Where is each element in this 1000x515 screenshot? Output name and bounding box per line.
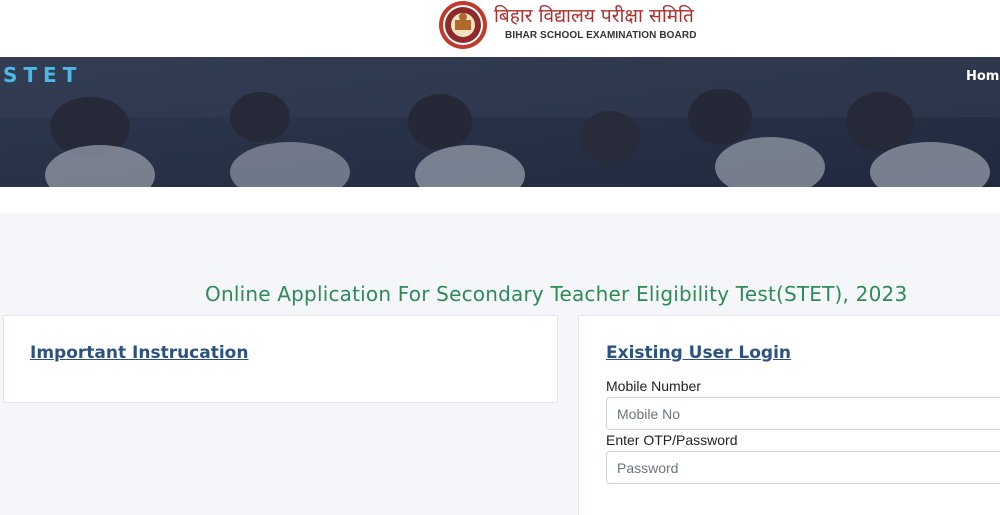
login-card: Existing User Login Mobile Number Enter … [578, 315, 1000, 515]
nav-home-link[interactable]: Home [966, 69, 1000, 84]
login-title: Existing User Login [606, 343, 792, 363]
board-seal-icon [436, 0, 490, 51]
hero-banner [0, 57, 1000, 187]
board-name-hindi: बिहार विद्यालय परीक्षा समिति [494, 5, 694, 27]
password-input[interactable] [606, 451, 1000, 484]
board-name-english: BIHAR SCHOOL EXAMINATION BOARD [505, 30, 697, 41]
mobile-number-label: Mobile Number [606, 378, 701, 394]
mobile-number-input[interactable] [606, 397, 1000, 430]
brand-logo-text[interactable]: STET [3, 63, 82, 87]
top-header: बिहार विद्यालय परीक्षा समिति BIHAR SCHOO… [0, 0, 1000, 57]
password-label: Enter OTP/Password [606, 432, 738, 448]
instructions-link[interactable]: Important Instrucation [30, 343, 248, 363]
page-title: Online Application For Secondary Teacher… [205, 282, 908, 306]
students-banner-image [0, 57, 1000, 187]
banner-spacer [0, 187, 1000, 213]
instructions-card: Important Instrucation [3, 315, 558, 403]
